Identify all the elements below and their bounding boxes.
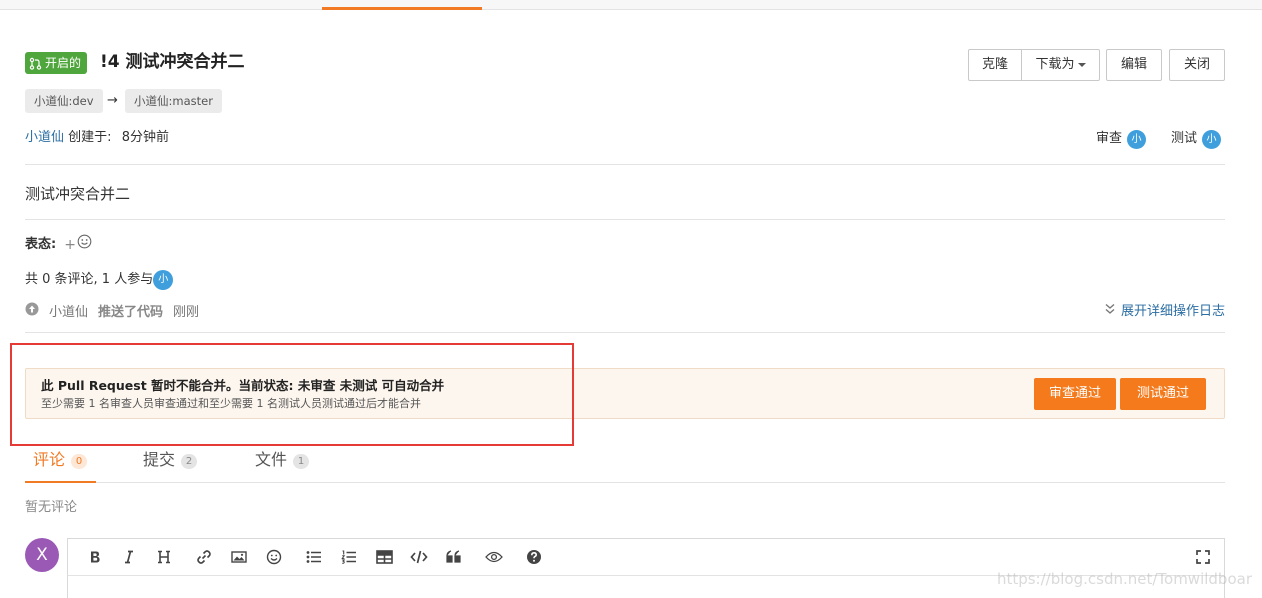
- expand-log-link[interactable]: 展开详细操作日志: [1105, 302, 1225, 322]
- quote-icon[interactable]: [443, 547, 465, 567]
- plus-icon: +: [64, 236, 76, 253]
- tab-comments-label: 评论: [33, 450, 66, 469]
- help-icon[interactable]: [523, 547, 545, 567]
- reviewer-test: 测试 小: [1171, 129, 1222, 149]
- image-icon[interactable]: [228, 547, 250, 567]
- participation-summary: 共 0 条评论, 1 人参与 小: [25, 270, 174, 290]
- merge-status-box: 此 Pull Request 暂时不能合并。当前状态: 未审查 未测试 可自动合…: [25, 368, 1225, 419]
- tab-files[interactable]: 文件 1: [247, 446, 317, 483]
- source-branch-tag[interactable]: 小道仙:dev: [25, 89, 103, 113]
- preview-eye-icon[interactable]: [483, 547, 505, 567]
- branch-arrow: →: [107, 93, 118, 108]
- participant-avatar[interactable]: 小: [153, 270, 174, 290]
- divider: [25, 164, 1225, 165]
- tab-comments-count: 0: [71, 454, 88, 469]
- tab-comments[interactable]: 评论 0: [25, 446, 96, 483]
- code-icon[interactable]: [408, 547, 430, 567]
- numbered-list-icon[interactable]: [338, 547, 360, 567]
- table-icon[interactable]: [373, 547, 395, 567]
- italic-icon[interactable]: [118, 547, 140, 567]
- timeline-action: 推送了代码: [98, 304, 164, 320]
- fullscreen-icon[interactable]: [1192, 547, 1214, 567]
- timeline-time: 刚刚: [173, 304, 200, 320]
- created-label: 创建于:: [68, 130, 112, 145]
- watermark-text: https://blog.csdn.net/Tomwildboar: [996, 570, 1252, 588]
- top-active-indicator: [322, 7, 482, 10]
- tab-commits[interactable]: 提交 2: [135, 446, 205, 483]
- bullet-list-icon[interactable]: [303, 547, 325, 567]
- tab-files-count: 1: [293, 454, 310, 469]
- caret-down-icon: [1077, 62, 1086, 67]
- divider: [25, 332, 1225, 333]
- heading-icon[interactable]: [153, 547, 175, 567]
- divider: [25, 219, 1225, 220]
- open-status-badge: 开启的: [25, 52, 88, 74]
- approve-test-button[interactable]: 测试通过: [1120, 378, 1206, 410]
- bold-icon[interactable]: [84, 547, 106, 567]
- expand-log-label: 展开详细操作日志: [1120, 304, 1225, 319]
- target-branch-tag[interactable]: 小道仙:master: [125, 89, 222, 113]
- emoji-icon[interactable]: [263, 547, 285, 567]
- tester-avatar[interactable]: 小: [1202, 129, 1222, 149]
- approve-review-button[interactable]: 审查通过: [1034, 378, 1116, 410]
- empty-comments-text: 暂无评论: [25, 500, 78, 515]
- tab-files-label: 文件: [255, 450, 288, 469]
- reviewer-avatar[interactable]: 小: [1127, 129, 1147, 149]
- reviewer-test-label: 测试: [1171, 131, 1198, 146]
- pr-tabs: 评论 0 提交 2 文件 1: [25, 446, 1225, 483]
- current-user-avatar[interactable]: X: [25, 538, 59, 572]
- clone-button[interactable]: 克隆: [968, 49, 1022, 81]
- timeline-actor[interactable]: 小道仙: [49, 303, 88, 323]
- tab-commits-count: 2: [181, 454, 198, 469]
- merge-status-title: 此 Pull Request 暂时不能合并。当前状态: 未审查 未测试 可自动合…: [41, 378, 445, 393]
- timeline-event: 小道仙 推送了代码 刚刚: [25, 302, 199, 323]
- smiley-icon: [77, 234, 92, 255]
- author-link[interactable]: 小道仙: [25, 130, 64, 145]
- status-badge-label: 开启的: [45, 56, 82, 70]
- push-arrow-icon: [25, 302, 39, 323]
- edit-button[interactable]: 编辑: [1106, 49, 1162, 81]
- pr-description: 测试冲突合并二: [25, 185, 131, 203]
- created-meta: 小道仙 创建于: 8分钟前: [25, 128, 169, 148]
- top-tab-strip: [0, 0, 1262, 10]
- reactions-row: 表态: +: [25, 234, 92, 255]
- participation-text: 共 0 条评论, 1 人参与: [25, 272, 154, 287]
- merge-status-detail: 至少需要 1 名审查人员审查通过和至少需要 1 名测试人员测试通过后才能合并: [41, 397, 421, 410]
- add-reaction-button[interactable]: +: [64, 234, 92, 255]
- tab-commits-label: 提交: [143, 450, 176, 469]
- created-time: 8分钟前: [121, 130, 169, 145]
- link-icon[interactable]: [193, 547, 215, 567]
- reactions-label: 表态:: [25, 236, 57, 252]
- page-title: !4 测试冲突合并二: [100, 52, 245, 72]
- close-pr-button[interactable]: 关闭: [1169, 49, 1225, 81]
- double-chevron-down-icon: [1105, 302, 1115, 322]
- reviewer-review: 审查 小: [1096, 129, 1147, 149]
- reviewer-review-label: 审查: [1096, 131, 1123, 146]
- pull-request-icon: [29, 57, 42, 70]
- download-button-label: 下载为: [1035, 57, 1075, 72]
- download-dropdown-button[interactable]: 下载为: [1021, 49, 1100, 81]
